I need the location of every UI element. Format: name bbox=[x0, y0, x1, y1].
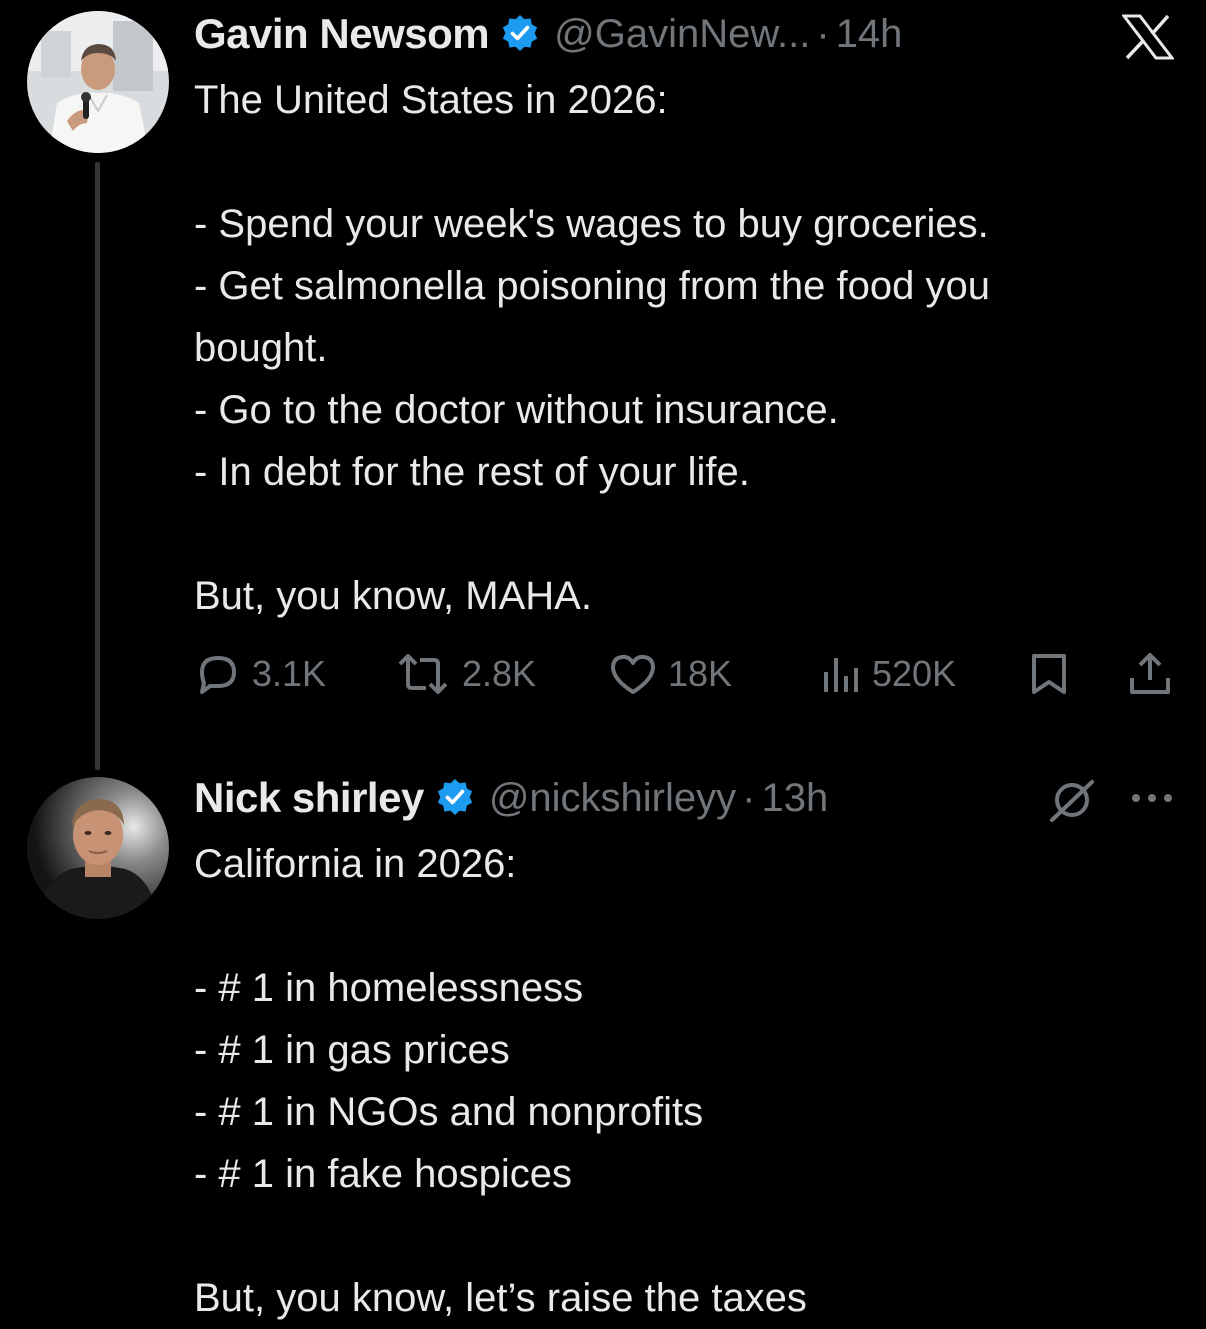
tweet-text-line bbox=[194, 895, 1184, 957]
share-button[interactable] bbox=[1126, 644, 1174, 704]
separator-dot: · bbox=[742, 775, 756, 820]
tweet-text-line: bought. bbox=[194, 326, 328, 370]
author-avatar[interactable] bbox=[27, 11, 169, 153]
author-name[interactable]: Nick shirley bbox=[194, 774, 424, 822]
reply-button[interactable]: 3.1K bbox=[194, 644, 326, 704]
share-icon bbox=[1130, 653, 1170, 694]
bookmark-button[interactable] bbox=[1026, 644, 1072, 704]
tweet-action-bar: 3.1K 2.8K 18K 520K bbox=[194, 644, 1184, 704]
reply-icon bbox=[200, 656, 236, 694]
tweet-header: Nick shirley @nickshirleyy · 13h bbox=[194, 774, 828, 822]
tweet-text-line bbox=[194, 1205, 1184, 1267]
tweet-text-line: - Get salmonella poisoning from the food… bbox=[194, 264, 990, 308]
repost-button[interactable]: 2.8K bbox=[394, 644, 536, 704]
reply-count: 3.1K bbox=[252, 653, 327, 694]
tweet-text: The United States in 2026: - Spend your … bbox=[194, 69, 1184, 627]
author-handle[interactable]: @nickshirleyy bbox=[489, 776, 736, 821]
tweet-text-line: - # 1 in NGOs and nonprofits bbox=[194, 1090, 704, 1134]
tweet-text-line: But, you know, let’s raise the taxes bbox=[194, 1276, 807, 1320]
verified-badge-icon[interactable] bbox=[435, 778, 475, 818]
views-count: 520K bbox=[872, 653, 957, 694]
repost-count: 2.8K bbox=[462, 653, 537, 694]
tweet-text: California in 2026: - # 1 in homelessnes… bbox=[194, 833, 1184, 1329]
author-name[interactable]: Gavin Newsom bbox=[194, 10, 490, 58]
tweet-text-line: - # 1 in gas prices bbox=[194, 1028, 510, 1072]
repost-icon bbox=[398, 654, 448, 694]
separator-dot: · bbox=[816, 11, 830, 56]
author-avatar[interactable] bbox=[27, 777, 169, 919]
tweet-text-line: - Spend your week's wages to buy groceri… bbox=[194, 202, 989, 246]
x-logo-icon[interactable] bbox=[1122, 14, 1174, 60]
tweet-text-line: - Go to the doctor without insurance. bbox=[194, 388, 839, 432]
bookmark-icon bbox=[1032, 654, 1066, 694]
verified-badge-icon[interactable] bbox=[500, 14, 540, 54]
heart-icon bbox=[611, 654, 655, 694]
tweet-timestamp[interactable]: 14h bbox=[836, 12, 903, 57]
tweet-text-line bbox=[194, 131, 1184, 193]
tweet-text-line: But, you know, MAHA. bbox=[194, 574, 592, 618]
tweet-text-line: - In debt for the rest of your life. bbox=[194, 450, 750, 494]
author-handle[interactable]: @GavinNew... bbox=[554, 12, 810, 57]
thread-connector-line bbox=[95, 162, 100, 770]
analytics-icon bbox=[824, 658, 858, 692]
tweet-text-line: The United States in 2026: bbox=[194, 78, 668, 122]
like-button[interactable]: 18K bbox=[608, 644, 732, 704]
grok-icon[interactable] bbox=[1048, 776, 1096, 824]
like-count: 18K bbox=[668, 653, 733, 694]
views-button[interactable]: 520K bbox=[818, 644, 956, 704]
tweet-header: Gavin Newsom @GavinNew... · 14h bbox=[194, 10, 902, 58]
tweet-text-line: - # 1 in fake hospices bbox=[194, 1152, 572, 1196]
tweet-timestamp[interactable]: 13h bbox=[761, 776, 828, 821]
more-options-icon[interactable] bbox=[1128, 785, 1176, 811]
tweet-text-line: California in 2026: bbox=[194, 842, 517, 886]
tweet-text-line bbox=[194, 503, 1184, 565]
tweet-text-line: - # 1 in homelessness bbox=[194, 966, 584, 1010]
